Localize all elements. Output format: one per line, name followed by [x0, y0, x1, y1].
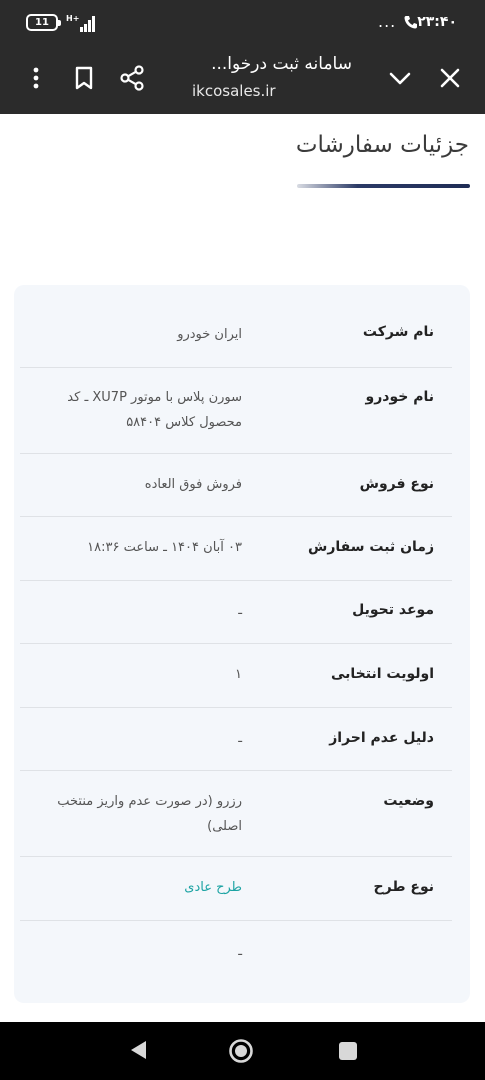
detail-value: ایران خودرو — [177, 327, 242, 342]
signal-icon: H+ — [66, 14, 95, 32]
divider — [20, 643, 452, 644]
system-nav-bar — [0, 1022, 485, 1080]
divider — [20, 920, 452, 921]
url-text[interactable]: ikcosales.ir — [192, 82, 276, 100]
divider — [20, 367, 452, 368]
browser-toolbar: سامانه ثبت درخوا... ikcosales.ir — [0, 44, 485, 114]
page-tab-title: سامانه ثبت درخوا... — [211, 54, 352, 74]
battery-icon: 11 — [26, 14, 61, 31]
detail-value: ۱ — [235, 667, 242, 682]
signal-type: H+ — [66, 14, 79, 23]
back-icon[interactable] — [128, 1039, 148, 1061]
detail-label: نام خودرو — [365, 389, 434, 405]
detail-value: ـ — [238, 944, 242, 959]
detail-label: نوع طرح — [373, 879, 434, 895]
more-vert-icon[interactable] — [22, 64, 50, 92]
divider — [20, 580, 452, 581]
detail-label: موعد تحویل — [352, 602, 434, 618]
title-underline — [297, 184, 470, 188]
detail-value: فروش فوق العاده — [144, 477, 242, 492]
detail-label: نوع فروش — [359, 476, 434, 492]
divider — [20, 453, 452, 454]
detail-label: وضعیت — [383, 793, 434, 809]
share-icon[interactable] — [118, 64, 146, 92]
detail-label: دلیل عدم احراز — [329, 730, 434, 746]
detail-value: ـ — [238, 603, 242, 618]
more-notifications-icon: ... — [378, 12, 397, 31]
detail-value: سورن پلاس با موتور XU7P ـ کد محصول کلاس … — [67, 390, 242, 430]
divider — [20, 707, 452, 708]
chevron-down-icon[interactable] — [386, 64, 414, 92]
page-title: جزئیات سفارشات — [295, 132, 469, 158]
detail-label: اولویت انتخابی — [330, 666, 434, 682]
divider — [20, 516, 452, 517]
detail-label: نام شرکت — [362, 324, 434, 340]
detail-label: زمان ثبت سفارش — [308, 539, 434, 555]
close-icon[interactable] — [436, 64, 464, 92]
plan-type-link[interactable]: طرح عادی — [42, 875, 242, 900]
clock: ۲۳:۴۰ — [417, 14, 457, 30]
battery-level: 11 — [35, 17, 49, 28]
detail-value: ۰۳ آبان ۱۴۰۴ ـ ساعت ۱۸:۳۶ — [87, 540, 242, 555]
home-icon[interactable] — [228, 1038, 254, 1064]
divider — [20, 856, 452, 857]
recent-apps-icon[interactable] — [339, 1042, 357, 1060]
status-bar: 11 H+ ... ۲۳:۴۰ — [0, 0, 485, 44]
detail-value: رزرو (در صورت عدم واریز منتخب اصلی) — [57, 794, 242, 834]
bookmark-icon[interactable] — [70, 64, 98, 92]
detail-value: ـ — [238, 731, 242, 746]
divider — [20, 770, 452, 771]
